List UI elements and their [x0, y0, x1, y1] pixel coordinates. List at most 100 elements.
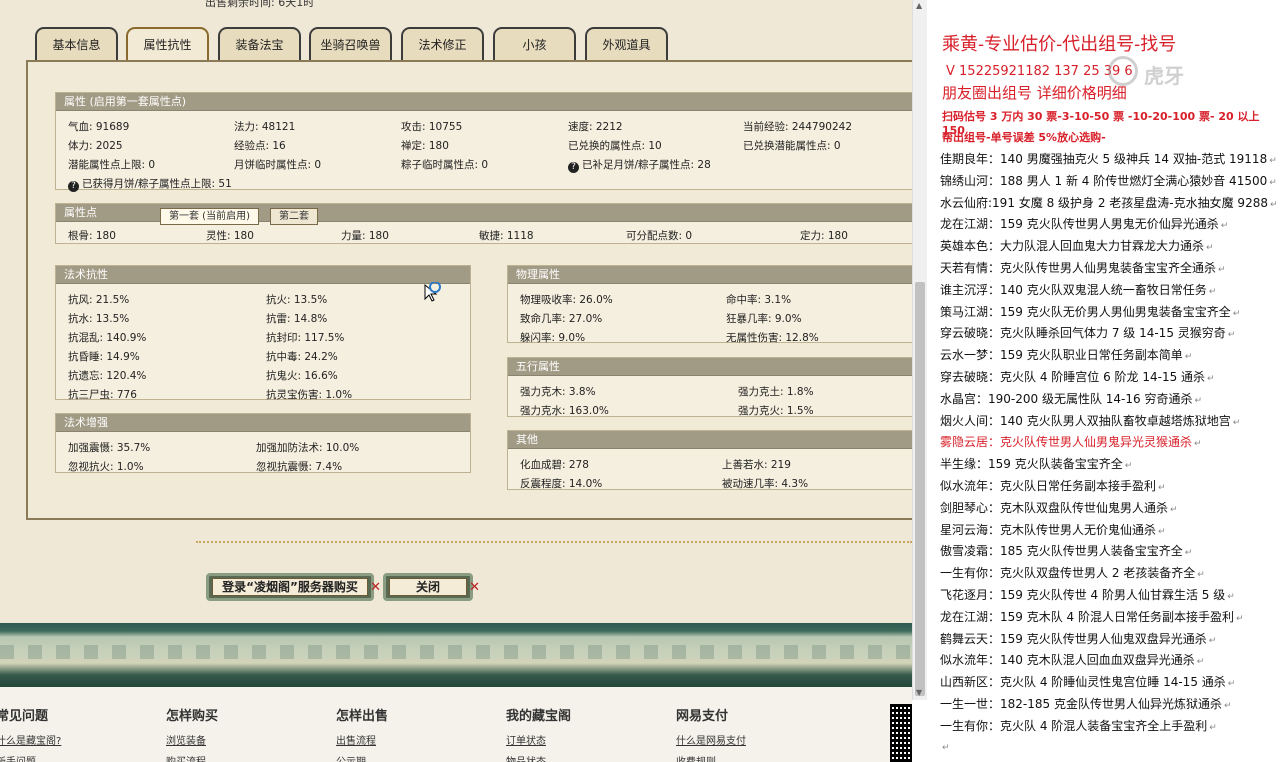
- return-arrow-icon: ↵: [942, 742, 950, 753]
- attr-stamina: 体力: 2025: [68, 140, 123, 152]
- account-list-item: 云水一梦：159 克火队职业日常任务副本简单 ↵: [940, 348, 1193, 363]
- mouse-cursor-icon: [424, 282, 441, 302]
- scrollbar-thumb[interactable]: [915, 282, 925, 696]
- five-elements-section: 五行属性 强力克木: 3.8% 强力克土: 1.8% 强力克水: 163.0% …: [507, 357, 912, 417]
- account-list-item: 剑胆琴心：克木队双盘队传世仙鬼男人通杀 ↵: [940, 500, 1178, 515]
- close-x-icon: ✕: [370, 580, 381, 595]
- vertical-scrollbar[interactable]: ▲ ▼: [912, 0, 927, 700]
- account-list-item: 锦绣山河：188 男人 1 新 4 阶传世燃灯全满心猿妙音 41500 ↵: [940, 173, 1277, 188]
- scroll-down-icon[interactable]: ▼: [916, 688, 922, 697]
- attributes-title: 属性 (启用第一套属性点): [56, 93, 912, 111]
- other-counter-shock: 反震程度: 14.0%: [520, 478, 603, 490]
- point-unassigned: 可分配点数: 0: [626, 230, 693, 242]
- buy-button[interactable]: 登录“凌烟阁”服务器购买 ✕: [206, 573, 381, 601]
- account-list-item: 龙在江湖：159 克木队 4 阶混人日常任务副本接手盈利 ↵: [940, 609, 1244, 624]
- phys-absorb: 物理吸收率: 26.0%: [520, 294, 613, 306]
- tab-attributes-resist[interactable]: 属性抗性: [126, 27, 209, 61]
- footer-link[interactable]: 出售流程: [336, 732, 388, 747]
- resist-fire: 抗火: 13.5%: [266, 294, 328, 306]
- footer-col-buy: 怎样购买 浏览装备 购买流程: [166, 705, 218, 762]
- footer-link[interactable]: 公示期: [336, 753, 388, 762]
- divider: [196, 541, 912, 543]
- account-list-item: 水晶宫：190-200 级无属性队 14-16 穷奇通杀 ↵: [940, 391, 1202, 406]
- resist-forget: 抗遗忘: 120.4%: [68, 370, 147, 382]
- footer-col-my: 我的藏宝阁 订单状态 物品状态: [506, 705, 571, 762]
- tab-equipment[interactable]: 装备法宝: [218, 27, 301, 61]
- qr-code-icon: [890, 704, 912, 762]
- scroll-up-icon[interactable]: ▲: [916, 1, 922, 10]
- footer-link[interactable]: 新手问题: [0, 753, 61, 762]
- footer-col-pay: 网易支付 什么是网易支付 收费规则: [676, 705, 746, 762]
- footer-link[interactable]: 什么是藏宝阁?: [0, 732, 61, 747]
- account-list-item: 策马江湖：159 克火队无价男人男仙男鬼装备宝宝齐全 ↵: [940, 304, 1241, 319]
- attr-mp: 法力: 48121: [234, 121, 296, 133]
- magic-boost-title: 法术增强: [56, 414, 470, 432]
- question-icon[interactable]: ?: [68, 181, 79, 192]
- resist-wind: 抗风: 21.5%: [68, 294, 130, 306]
- attr-speed: 速度: 2212: [568, 121, 623, 133]
- return-arrow-icon: ↵: [1158, 526, 1166, 537]
- other-water-virtue: 上善若水: 219: [722, 459, 791, 471]
- return-arrow-icon: ↵: [1218, 265, 1226, 275]
- return-arrow-icon: ↵: [1170, 504, 1178, 515]
- return-arrow-icon: ↵: [1223, 701, 1232, 711]
- subtab-second-set[interactable]: 第二套: [270, 208, 318, 225]
- magic-resist-title: 法术抗性: [56, 266, 470, 284]
- tab-children[interactable]: 小孩: [493, 27, 576, 61]
- attr-hp: 气血: 91689: [68, 121, 130, 133]
- account-list-item: 飞花逐月：159 克火队传世 4 阶男人仙甘霖生活 5 级 ↵: [940, 588, 1235, 602]
- tab-appearance-items[interactable]: 外观道具: [585, 27, 668, 61]
- return-arrow-icon: ↵: [1235, 613, 1244, 624]
- return-arrow-icon: ↵: [1158, 483, 1166, 493]
- return-arrow-icon: ↵: [1232, 417, 1241, 428]
- elem-vs-wood: 强力克木: 3.8%: [520, 386, 596, 398]
- attr-mooncake-temp: 月饼临时属性点: 0: [234, 159, 322, 171]
- resist-chaos: 抗混乱: 140.9%: [68, 332, 147, 344]
- footer-link[interactable]: 购买流程: [166, 753, 218, 762]
- attr-mooncake-limit: ? 已获得月饼/粽子属性点上限: 51: [68, 176, 232, 192]
- resist-poison: 抗中毒: 24.2%: [266, 351, 338, 363]
- footer-link[interactable]: 收费规则: [676, 753, 746, 762]
- attributes-section: 属性 (启用第一套属性点) 气血: 91689 法力: 48121 攻击: 10…: [55, 92, 912, 192]
- footer-link[interactable]: 浏览装备: [166, 732, 218, 747]
- phys-nonelement-dmg: 无属性伤害: 12.8%: [726, 332, 819, 344]
- return-arrow-icon: ↵: [1206, 243, 1214, 254]
- question-icon[interactable]: ?: [568, 162, 579, 173]
- close-button[interactable]: 关闭 ✕: [383, 573, 480, 601]
- magic-resist-section: 法术抗性 抗风: 21.5% 抗火: 13.5% 抗水: 13.5% 抗雷: 1…: [55, 265, 471, 401]
- account-list-item: 一生一世：182-185 克金队传世男人仙异光炼狱通杀 ↵: [940, 697, 1232, 711]
- return-arrow-icon: ↵: [1207, 374, 1215, 384]
- account-list-item: 星河云海：克木队传世男人无价鬼仙通杀 ↵: [940, 522, 1166, 537]
- return-arrow-icon: ↵: [1124, 461, 1133, 472]
- attr-potential-limit: 潜能属性点上限: 0: [68, 159, 156, 171]
- tab-basic-info[interactable]: 基本信息: [35, 27, 118, 61]
- return-arrow-icon: ↵: [1194, 439, 1202, 450]
- return-arrow-icon: ↵: [1208, 635, 1217, 646]
- subtab-first-set[interactable]: 第一套 (当前启用): [160, 208, 259, 225]
- account-list-item: 似水流年：克火队日常任务副本接手盈利 ↵: [940, 479, 1166, 493]
- attr-exchanged-potential: 已兑换潜能属性点: 0: [743, 140, 841, 152]
- phys-dodge: 躲闪率: 9.0%: [520, 332, 586, 344]
- resist-ghostfire: 抗鬼火: 16.6%: [266, 370, 338, 382]
- boost-defense-spell: 加强加防法术: 10.0%: [256, 442, 360, 454]
- footer-link[interactable]: 订单状态: [506, 732, 571, 747]
- footer-link[interactable]: 物品状态: [506, 753, 571, 762]
- blank-gap: [912, 700, 928, 762]
- attr-points-section: 属性点 第一套 (当前启用) 第二套 根骨: 180 灵性: 180 力量: 1…: [55, 203, 912, 244]
- resist-treasure-damage: 抗灵宝伤害: 1.0%: [266, 389, 353, 401]
- return-arrow-icon: ↵: [1220, 221, 1229, 232]
- footer-link[interactable]: 什么是网易支付: [676, 732, 746, 747]
- return-arrow-icon: ↵: [1232, 308, 1241, 319]
- top-cut-line: 出售剩余时间: 6天1时: [0, 0, 912, 10]
- resist-seal: 抗封印: 117.5%: [266, 332, 345, 344]
- point-agility: 敏捷: 1118: [479, 230, 534, 242]
- tab-spell-modifiers[interactable]: 法术修正: [401, 27, 484, 61]
- account-list-item: 英雄本色：大力队混人回血鬼大力甘霖龙大力通杀 ↵: [940, 239, 1214, 254]
- point-endurance: 定力: 180: [800, 230, 848, 242]
- ad-moments: 朋友圈出组号 详细价格明细: [942, 84, 1127, 102]
- footer-heading: 网易支付: [676, 709, 729, 724]
- tab-mounts-summons[interactable]: 坐骑召唤兽: [309, 27, 392, 61]
- account-list-item: 一生有你：克火队双盘传世男人 2 老孩装备齐全 ↵: [940, 566, 1205, 581]
- attr-exchanged-points: 已兑换的属性点: 10: [568, 140, 662, 152]
- phys-frenzy: 狂暴几率: 9.0%: [726, 313, 802, 325]
